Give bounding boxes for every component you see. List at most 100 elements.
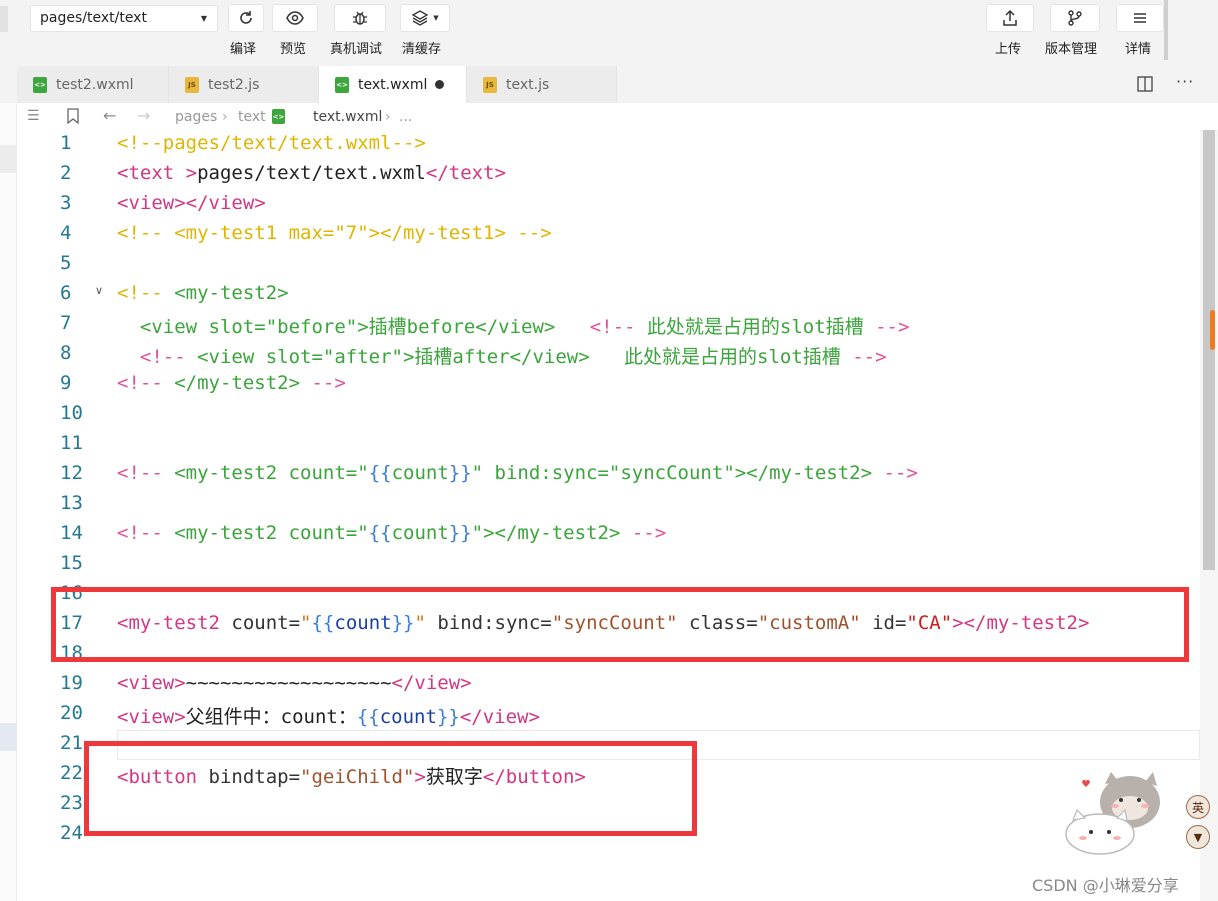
code-comment: <!-- (117, 282, 175, 304)
code-comment: --> (631, 522, 667, 544)
code-comment: <my-test2> (174, 282, 289, 304)
code-comment: 此处就是占用的slot插槽 (646, 316, 876, 338)
line-number: 14 (60, 522, 83, 544)
code-comment: <view slot="before">插槽before</view> (117, 316, 590, 338)
code-comment: count (391, 522, 449, 544)
code-comment: <!-- (117, 346, 198, 368)
code-comment: --> (875, 316, 910, 338)
code-brace: }} (448, 522, 472, 544)
preview-button[interactable] (272, 4, 318, 32)
language-badge[interactable]: 英 (1186, 795, 1210, 819)
line-number: 15 (60, 552, 83, 574)
tab-text-js[interactable]: JS text.js (467, 66, 617, 103)
tab-text-wxml[interactable]: <> text.wxml (319, 66, 467, 103)
line-number: 13 (60, 492, 83, 514)
compile-label: 编译 (230, 42, 257, 57)
version-control-button[interactable] (1050, 4, 1100, 32)
code-text: ~~~~~~~~~~~~~~~~~~ (185, 672, 392, 694)
line-number: 2 (60, 162, 72, 184)
code-line: <!-- <my-test1 max="7"></my-test1> --> (117, 222, 552, 244)
annotation-box-component (51, 587, 1189, 662)
wxml-file-icon: <> (33, 76, 47, 93)
tab-label: text.wxml (358, 76, 428, 93)
line-number: 8 (60, 342, 72, 364)
back-arrow-icon[interactable]: ← (103, 106, 116, 125)
menu-icon (1134, 13, 1146, 23)
outline-list-icon[interactable]: ☰ (27, 108, 40, 124)
version-control-label: 版本管理 (1045, 42, 1098, 57)
unsaved-dot-icon[interactable] (435, 80, 444, 89)
tab-label: test2.wxml (56, 76, 134, 93)
code-brace: }} (448, 462, 472, 484)
eye-icon (286, 11, 304, 25)
code-line: <!--pages/text/text.wxml--> (117, 132, 426, 154)
left-sidebar-strip (0, 103, 17, 901)
breadcrumb-item[interactable]: pages (175, 109, 217, 125)
code-comment: <my-test2 count=" (174, 462, 369, 484)
code-comment: <!-- <my-test1 max="7"></my-test1> --> (117, 222, 552, 244)
code-tag: </text> (425, 162, 506, 184)
code-comment: --> (883, 462, 918, 484)
code-comment: <view slot="after">插槽after</view> 此处就是占用… (197, 346, 853, 368)
bookmark-icon[interactable] (67, 108, 79, 124)
tab-test2-wxml[interactable]: <> test2.wxml (17, 66, 169, 103)
bug-icon (353, 11, 367, 25)
code-brace: {{ (368, 462, 392, 484)
code-variable: count (379, 706, 437, 728)
code-line: <!-- <my-test2 count="{{count}}"></my-te… (117, 522, 666, 544)
code-comment: --> (311, 372, 346, 394)
line-number: 7 (60, 312, 72, 334)
line-number: 5 (60, 252, 72, 274)
clear-cache-button[interactable]: ▼ (400, 4, 450, 32)
details-button[interactable] (1116, 4, 1164, 32)
breadcrumb-separator: › (222, 109, 228, 125)
shirt-badge[interactable]: ▼ (1186, 825, 1210, 849)
wxml-file-icon: <> (272, 109, 285, 124)
code-comment: --> (852, 346, 887, 368)
upload-button[interactable] (986, 4, 1034, 32)
details-label: 详情 (1125, 42, 1152, 57)
breadcrumb-separator: › (385, 109, 391, 125)
sidebar-highlight (0, 723, 17, 751)
code-tag: </view> (391, 672, 472, 694)
breadcrumb-item[interactable]: text.wxml (313, 109, 382, 125)
split-editor-icon[interactable] (1137, 76, 1153, 92)
code-line: <!-- <view slot="after">插槽after</view> 此… (117, 342, 887, 369)
more-actions-icon[interactable]: ··· (1176, 72, 1194, 91)
upload-icon (1003, 9, 1017, 26)
code-line: <!-- <my-test2> (117, 282, 289, 304)
compile-page-select[interactable]: pages/text/text ▼ (30, 5, 218, 32)
scrollbar-thumb[interactable] (1203, 130, 1215, 570)
breadcrumb: ☰ ← → pages › text › <> text.wxml › ... (17, 103, 1218, 130)
compile-page-value: pages/text/text (40, 10, 147, 26)
code-comment: </my-test2> (174, 372, 312, 394)
language-badge-label: 英 (1191, 800, 1204, 815)
device-debug-button[interactable] (334, 4, 386, 32)
code-line: <view></view> (117, 192, 266, 214)
line-number: 10 (60, 402, 83, 424)
code-text: 父组件中：count： (185, 706, 357, 728)
code-comment: count (391, 462, 449, 484)
code-comment: <!--pages/text/text.wxml--> (117, 132, 426, 154)
code-line: <view slot="before">插槽before</view> <!--… (117, 312, 910, 339)
code-line: <view>父组件中：count：{{count}}</view> (117, 702, 540, 729)
scrollbar-marker (1210, 310, 1215, 350)
forward-arrow-icon[interactable]: → (137, 106, 150, 125)
code-comment: <my-test2 count=" (174, 522, 369, 544)
line-number: 11 (60, 432, 83, 454)
upload-label: 上传 (995, 42, 1022, 57)
top-toolbar: pages/text/text ▼ 编译 预览 真机调试 ▼ 清缓存 上传 版本… (0, 0, 1218, 66)
code-comment: "></my-test2> (471, 522, 632, 544)
js-file-icon: JS (483, 76, 497, 93)
tab-test2-js[interactable]: JS test2.js (169, 66, 319, 103)
code-comment: " bind:sync="syncCount"></my-test2> (471, 462, 884, 484)
editor-scrollbar[interactable] (1200, 130, 1218, 901)
code-comment: <!-- (117, 462, 175, 484)
shirt-icon: ▼ (1193, 830, 1203, 844)
git-branch-icon (1068, 10, 1082, 26)
compile-button[interactable] (228, 4, 264, 32)
breadcrumb-item[interactable]: text (238, 109, 266, 125)
preview-label: 预览 (280, 42, 307, 57)
line-number: 19 (60, 672, 83, 694)
breadcrumb-item[interactable]: ... (399, 109, 412, 125)
